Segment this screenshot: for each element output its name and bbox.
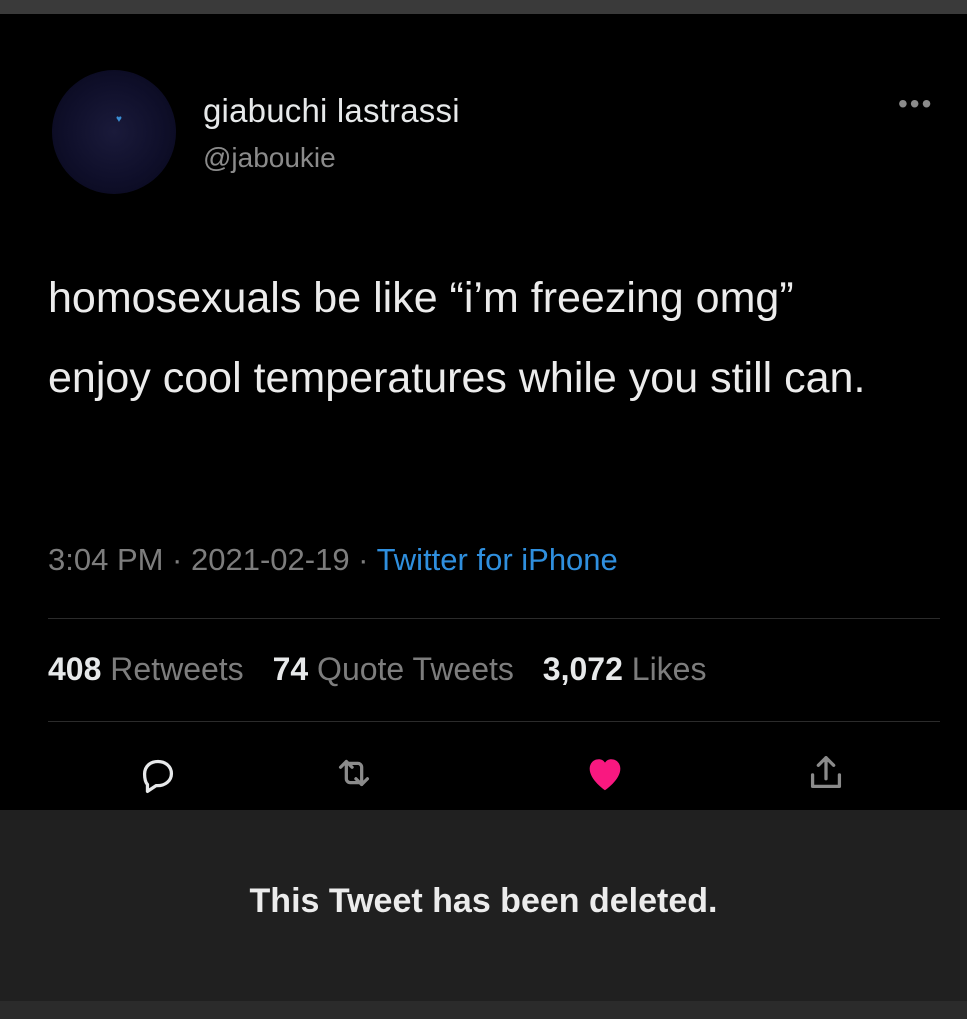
- reply-button[interactable]: [135, 750, 181, 796]
- heart-icon: [589, 759, 621, 791]
- retweet-icon: [338, 759, 370, 787]
- retweets-count: 408: [48, 651, 102, 687]
- deleted-notice-text: This Tweet has been deleted.: [249, 882, 718, 920]
- retweets-stat[interactable]: 408 Retweets: [48, 651, 244, 687]
- divider: [48, 721, 940, 722]
- like-button[interactable]: [582, 750, 628, 796]
- top-edge-bar: [0, 0, 967, 14]
- tweet-stats: 408 Retweets 74 Quote Tweets 3,072 Likes: [48, 651, 726, 688]
- quote-tweets-stat[interactable]: 74 Quote Tweets: [273, 651, 514, 687]
- quote-tweets-label: Quote Tweets: [317, 651, 514, 687]
- tweet-text: homosexuals be like “i’m freezing omg” e…: [48, 274, 866, 402]
- divider: [48, 618, 940, 619]
- tweet-timestamp: 3:04 PM · 2021-02-19 ·: [48, 542, 377, 577]
- tweet-source-link[interactable]: Twitter for iPhone: [377, 542, 618, 577]
- quote-tweets-count: 74: [272, 651, 309, 687]
- deleted-notice-panel: This Tweet has been deleted.: [0, 810, 967, 1001]
- author-handle[interactable]: @jaboukie: [203, 142, 336, 174]
- likes-label: Likes: [631, 651, 707, 687]
- avatar[interactable]: ♥: [52, 70, 176, 194]
- bottom-edge-bar: [0, 1001, 967, 1019]
- likes-count: 3,072: [542, 651, 623, 687]
- author-display-name[interactable]: giabuchi lastrassi: [203, 92, 460, 130]
- likes-stat[interactable]: 3,072 Likes: [543, 651, 707, 687]
- retweets-label: Retweets: [110, 651, 244, 687]
- tweet-metadata: 3:04 PM · 2021-02-19 · Twitter for iPhon…: [48, 542, 618, 578]
- share-button[interactable]: [803, 750, 849, 796]
- share-icon: [810, 756, 842, 789]
- tweet-card: ♥ giabuchi lastrassi @jaboukie ••• homos…: [0, 14, 967, 810]
- avatar-heart-icon: ♥: [116, 114, 122, 125]
- more-horizontal-icon[interactable]: •••: [898, 90, 938, 118]
- retweet-button[interactable]: [331, 750, 377, 796]
- reply-icon: [142, 759, 174, 794]
